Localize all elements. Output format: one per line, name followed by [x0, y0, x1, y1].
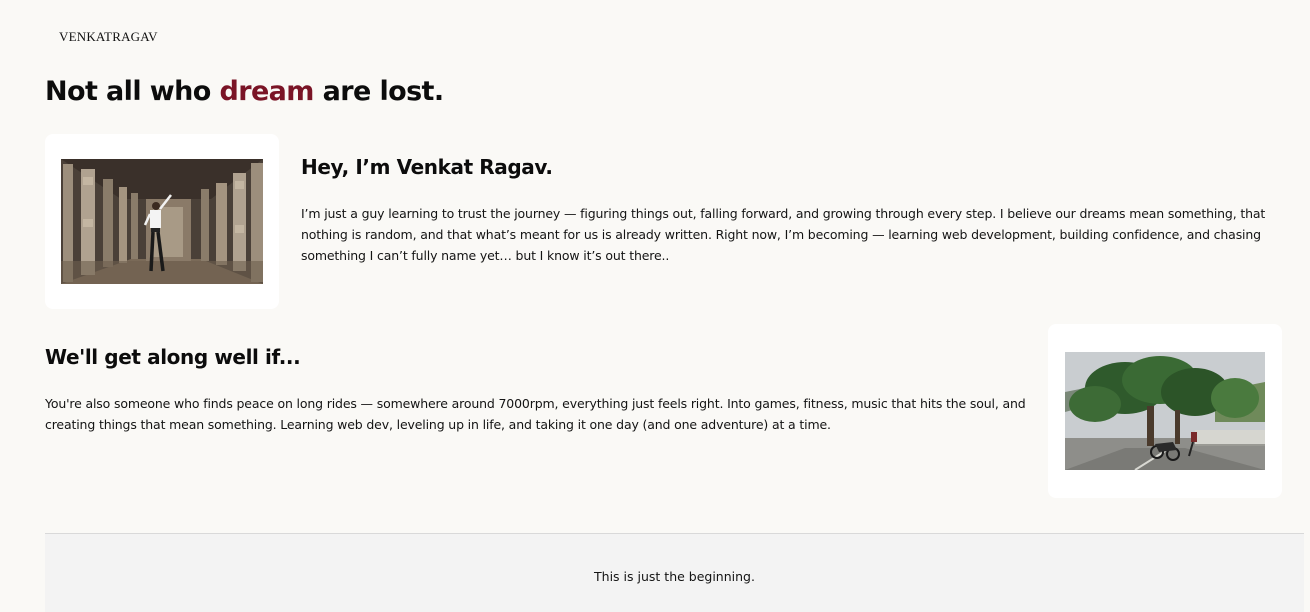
headline-part-2: are lost. [313, 76, 444, 107]
site-logo[interactable]: VENKATRAGAV [59, 29, 158, 45]
along-paragraph: You're also someone who finds peace on l… [45, 396, 1026, 432]
intro-heading: Hey, I’m Venkat Ragav. [301, 155, 553, 179]
headline-accent-word: dream [219, 76, 315, 107]
tree-road-image [1065, 352, 1265, 470]
intro-paragraph: I’m just a guy learning to trust the jou… [301, 206, 1266, 263]
intro-photo-card [45, 134, 279, 309]
page-headline: Not all who dream are lost. [45, 74, 444, 110]
temple-corridor-image [61, 159, 263, 284]
footer-text: This is just the beginning. [594, 569, 755, 584]
site-footer: This is just the beginning. [45, 533, 1304, 612]
along-heading: We'll get along well if... [45, 345, 301, 369]
tree-road-photo [1065, 352, 1265, 470]
temple-corridor-photo [61, 159, 263, 284]
along-photo-card [1048, 324, 1282, 498]
headline-part-1: Not all who [45, 76, 220, 107]
